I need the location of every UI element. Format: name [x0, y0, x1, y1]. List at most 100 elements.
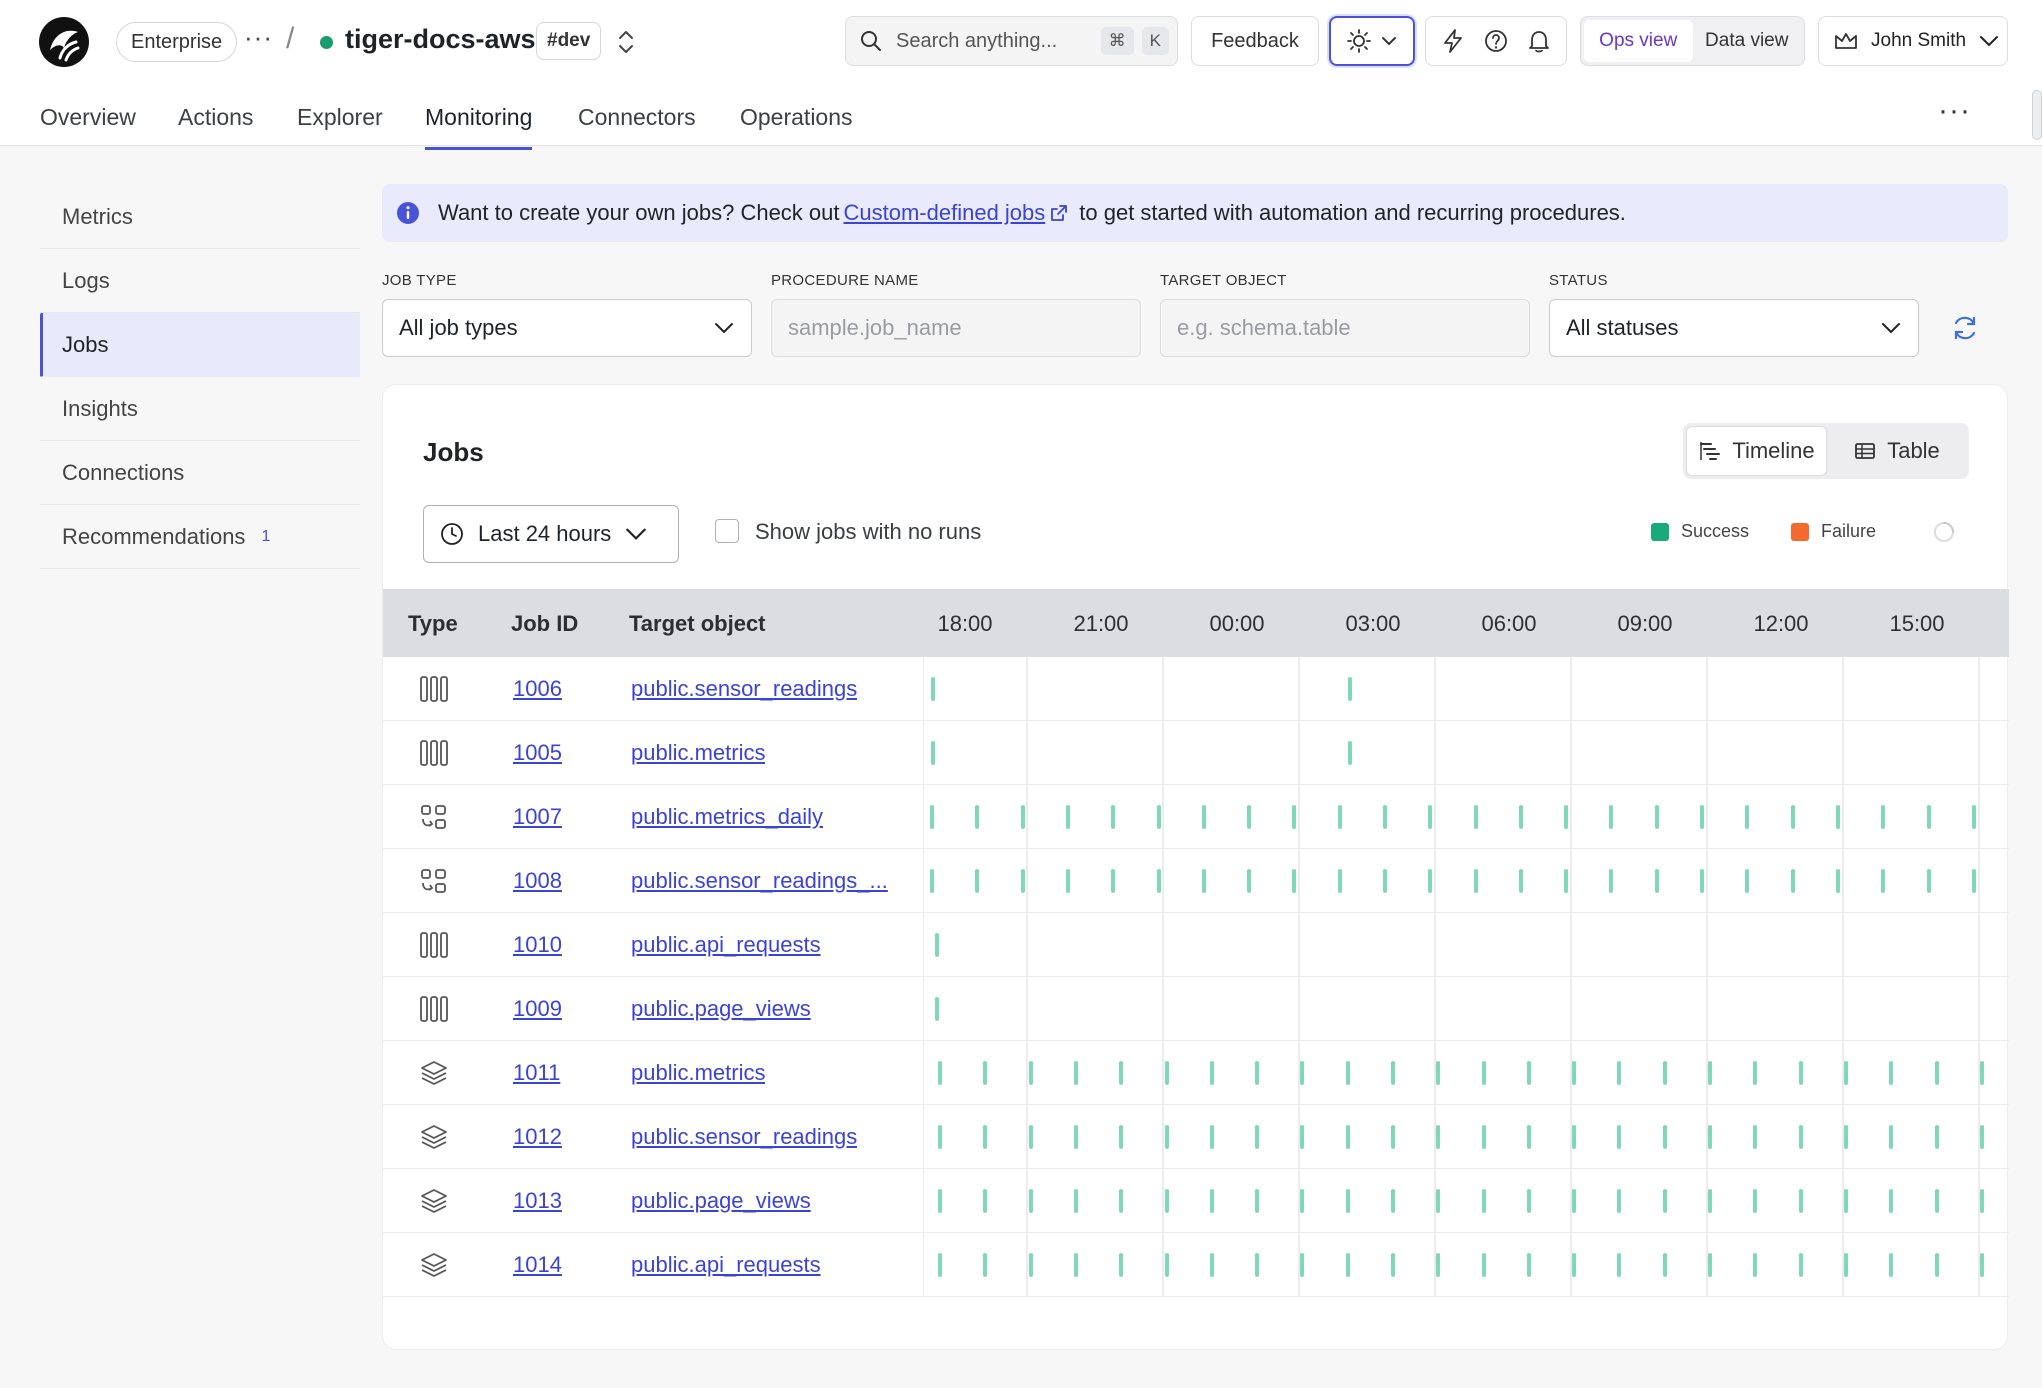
job-run-mark[interactable]: [1338, 805, 1342, 829]
job-run-mark[interactable]: [1346, 1061, 1350, 1085]
target-object-link[interactable]: public.page_views: [631, 996, 811, 1022]
job-run-mark[interactable]: [1210, 1189, 1214, 1213]
job-type-select[interactable]: All job types: [382, 299, 752, 357]
job-run-mark[interactable]: [1708, 1061, 1712, 1085]
sidebar-item-logs[interactable]: Logs: [40, 249, 360, 313]
table-row[interactable]: 1014 public.api_requests: [383, 1233, 2009, 1297]
external-link-icon[interactable]: [1049, 203, 1069, 223]
job-run-mark[interactable]: [1980, 1253, 1984, 1277]
job-run-mark[interactable]: [1708, 1253, 1712, 1277]
job-run-mark[interactable]: [1527, 1189, 1531, 1213]
job-run-mark[interactable]: [1066, 805, 1070, 829]
job-run-mark[interactable]: [1836, 805, 1840, 829]
job-run-mark[interactable]: [1255, 1125, 1259, 1149]
job-run-mark[interactable]: [1029, 1189, 1033, 1213]
tab-explorer[interactable]: Explorer: [297, 104, 383, 147]
target-object-link[interactable]: public.page_views: [631, 1188, 811, 1214]
job-run-mark[interactable]: [1609, 869, 1613, 893]
tab-operations[interactable]: Operations: [740, 104, 853, 147]
job-run-mark[interactable]: [1844, 1189, 1848, 1213]
job-run-mark[interactable]: [1021, 869, 1025, 893]
job-run-mark[interactable]: [1482, 1061, 1486, 1085]
table-row[interactable]: 1013 public.page_views: [383, 1169, 2009, 1233]
job-id-link[interactable]: 1010: [513, 932, 562, 958]
job-run-mark[interactable]: [1564, 805, 1568, 829]
job-run-mark[interactable]: [1436, 1061, 1440, 1085]
job-run-mark[interactable]: [975, 869, 979, 893]
tab-overview[interactable]: Overview: [40, 104, 136, 147]
job-run-mark[interactable]: [1572, 1125, 1576, 1149]
job-run-mark[interactable]: [1255, 1253, 1259, 1277]
breadcrumb-more[interactable]: ···: [244, 22, 273, 53]
job-run-mark[interactable]: [1210, 1125, 1214, 1149]
job-run-mark[interactable]: [1572, 1253, 1576, 1277]
table-row[interactable]: 1009 public.page_views: [383, 977, 2009, 1041]
job-run-mark[interactable]: [1338, 869, 1342, 893]
job-run-mark[interactable]: [1119, 1189, 1123, 1213]
job-run-mark[interactable]: [1029, 1061, 1033, 1085]
job-run-mark[interactable]: [1617, 1125, 1621, 1149]
data-view-button[interactable]: Data view: [1693, 20, 1802, 62]
timeline-view-button[interactable]: Timeline: [1686, 426, 1827, 476]
table-row[interactable]: 1008 public.sensor_readings_...: [383, 849, 2009, 913]
job-run-mark[interactable]: [930, 869, 934, 893]
job-run-mark[interactable]: [1165, 1125, 1169, 1149]
table-row[interactable]: 1010 public.api_requests: [383, 913, 2009, 977]
job-run-mark[interactable]: [1383, 805, 1387, 829]
job-id-link[interactable]: 1013: [513, 1188, 562, 1214]
project-name[interactable]: tiger-docs-aws: [345, 24, 536, 55]
job-run-mark[interactable]: [1889, 1061, 1893, 1085]
job-run-mark[interactable]: [1247, 869, 1251, 893]
job-run-mark[interactable]: [1247, 805, 1251, 829]
job-run-mark[interactable]: [1346, 1189, 1350, 1213]
job-run-mark[interactable]: [1482, 1253, 1486, 1277]
job-run-mark[interactable]: [1980, 1189, 1984, 1213]
job-run-mark[interactable]: [1753, 1189, 1757, 1213]
job-run-mark[interactable]: [938, 1125, 942, 1149]
target-object-link[interactable]: public.sensor_readings: [631, 676, 857, 702]
job-run-mark[interactable]: [1889, 1189, 1893, 1213]
job-run-mark[interactable]: [1436, 1189, 1440, 1213]
bell-icon[interactable]: [1526, 28, 1552, 54]
job-run-mark[interactable]: [1519, 805, 1523, 829]
job-run-mark[interactable]: [1572, 1189, 1576, 1213]
job-run-mark[interactable]: [1799, 1253, 1803, 1277]
job-run-mark[interactable]: [938, 1189, 942, 1213]
job-run-mark[interactable]: [1791, 869, 1795, 893]
job-run-mark[interactable]: [1292, 869, 1296, 893]
target-object-link[interactable]: public.metrics_daily: [631, 804, 823, 830]
job-run-mark[interactable]: [1165, 1253, 1169, 1277]
job-run-mark[interactable]: [1527, 1125, 1531, 1149]
job-run-mark[interactable]: [1391, 1061, 1395, 1085]
job-run-mark[interactable]: [1935, 1125, 1939, 1149]
job-run-mark[interactable]: [983, 1061, 987, 1085]
job-run-mark[interactable]: [935, 933, 939, 957]
col-job-id[interactable]: Job ID: [511, 611, 578, 637]
job-run-mark[interactable]: [1799, 1125, 1803, 1149]
job-run-mark[interactable]: [1836, 869, 1840, 893]
job-run-mark[interactable]: [1700, 805, 1704, 829]
job-id-link[interactable]: 1008: [513, 868, 562, 894]
ops-view-button[interactable]: Ops view: [1584, 20, 1693, 62]
job-run-mark[interactable]: [930, 805, 934, 829]
job-run-mark[interactable]: [1292, 805, 1296, 829]
job-run-mark[interactable]: [1791, 805, 1795, 829]
show-no-runs-label[interactable]: Show jobs with no runs: [755, 519, 981, 545]
job-run-mark[interactable]: [983, 1189, 987, 1213]
job-run-mark[interactable]: [1844, 1253, 1848, 1277]
job-run-mark[interactable]: [1980, 1061, 1984, 1085]
table-row[interactable]: 1011 public.metrics: [383, 1041, 2009, 1105]
job-run-mark[interactable]: [1391, 1189, 1395, 1213]
job-run-mark[interactable]: [1202, 869, 1206, 893]
job-id-link[interactable]: 1009: [513, 996, 562, 1022]
job-run-mark[interactable]: [1889, 1125, 1893, 1149]
table-view-button[interactable]: Table: [1827, 426, 1966, 476]
custom-jobs-link[interactable]: Custom-defined jobs: [844, 200, 1046, 226]
table-row[interactable]: 1005 public.metrics: [383, 721, 2009, 785]
job-run-mark[interactable]: [1745, 805, 1749, 829]
help-icon[interactable]: [1483, 28, 1509, 54]
job-run-mark[interactable]: [1111, 805, 1115, 829]
job-run-mark[interactable]: [1527, 1061, 1531, 1085]
job-id-link[interactable]: 1012: [513, 1124, 562, 1150]
job-run-mark[interactable]: [1927, 869, 1931, 893]
